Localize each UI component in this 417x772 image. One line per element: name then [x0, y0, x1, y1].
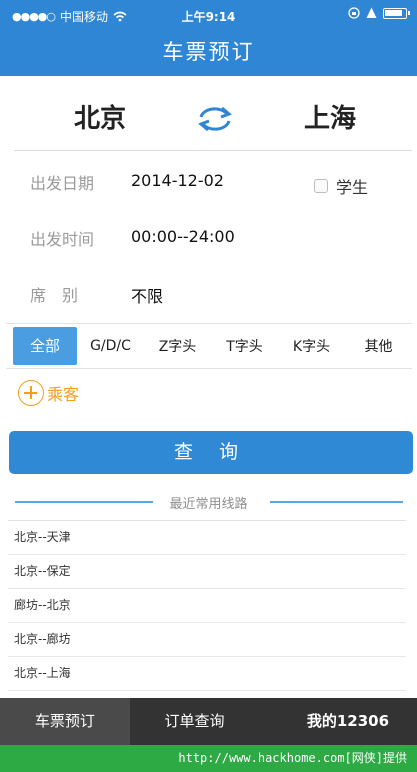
- filter-z[interactable]: Z字头: [144, 336, 211, 356]
- alarm-icon: [366, 7, 377, 18]
- filter-k[interactable]: K字头: [278, 336, 345, 356]
- filter-all[interactable]: 全部: [13, 327, 77, 365]
- tab-bar: 车票预订 订单查询 我的12306: [0, 698, 417, 745]
- tab-ticket-booking[interactable]: 车票预订: [0, 698, 130, 745]
- filter-t[interactable]: T字头: [211, 336, 278, 356]
- departure-time-value[interactable]: 00:00--24:00: [131, 227, 235, 246]
- student-toggle[interactable]: 学生: [314, 174, 368, 198]
- passenger-label: 乘客: [47, 385, 80, 404]
- status-right: [348, 7, 410, 19]
- student-checkbox[interactable]: [314, 179, 328, 193]
- filter-other[interactable]: 其他: [345, 336, 412, 356]
- departure-date-value[interactable]: 2014-12-02: [131, 171, 224, 190]
- departure-time-label: 出发时间: [30, 230, 95, 249]
- header-line-right: [270, 501, 403, 503]
- add-passenger-button[interactable]: 乘客: [18, 380, 79, 406]
- departure-city[interactable]: 北京: [74, 98, 126, 135]
- departure-date-label: 出发日期: [30, 174, 95, 193]
- seat-class-value[interactable]: 不限: [131, 283, 163, 307]
- watermark: http://www.hackhome.com[网侠]提供: [0, 745, 417, 772]
- swap-cities-icon[interactable]: [196, 104, 234, 134]
- tab-order-query[interactable]: 订单查询: [130, 698, 260, 745]
- plus-circle-icon: [18, 380, 44, 406]
- arrival-city[interactable]: 上海: [304, 98, 356, 135]
- seat-class-label: 席 别: [30, 286, 79, 305]
- route-selector: 北京 上海: [0, 76, 417, 150]
- query-button[interactable]: 查 询: [9, 431, 413, 474]
- train-type-filter: 全部 G/D/C Z字头 T字头 K字头 其他: [6, 323, 412, 369]
- battery-icon: [383, 7, 410, 19]
- recent-routes-header: 最近常用线路: [0, 492, 417, 512]
- student-label: 学生: [336, 178, 369, 197]
- list-item[interactable]: 北京--保定: [8, 555, 406, 589]
- tab-my-12306[interactable]: 我的12306: [259, 698, 417, 745]
- list-item[interactable]: 廊坊--北京: [8, 589, 406, 623]
- recent-routes-list: 北京--天津 北京--保定 廊坊--北京 北京--廊坊 北京--上海: [8, 520, 406, 691]
- filter-gdc[interactable]: G/D/C: [77, 338, 144, 354]
- list-item[interactable]: 北京--廊坊: [8, 623, 406, 657]
- list-item[interactable]: 北京--上海: [8, 657, 406, 691]
- page-title: 车票预订: [0, 30, 417, 76]
- status-bar: ●●●●○ 中国移动 上午9:14: [0, 0, 417, 30]
- orientation-lock-icon: [348, 7, 360, 19]
- list-item[interactable]: 北京--天津: [8, 521, 406, 555]
- divider: [14, 150, 412, 151]
